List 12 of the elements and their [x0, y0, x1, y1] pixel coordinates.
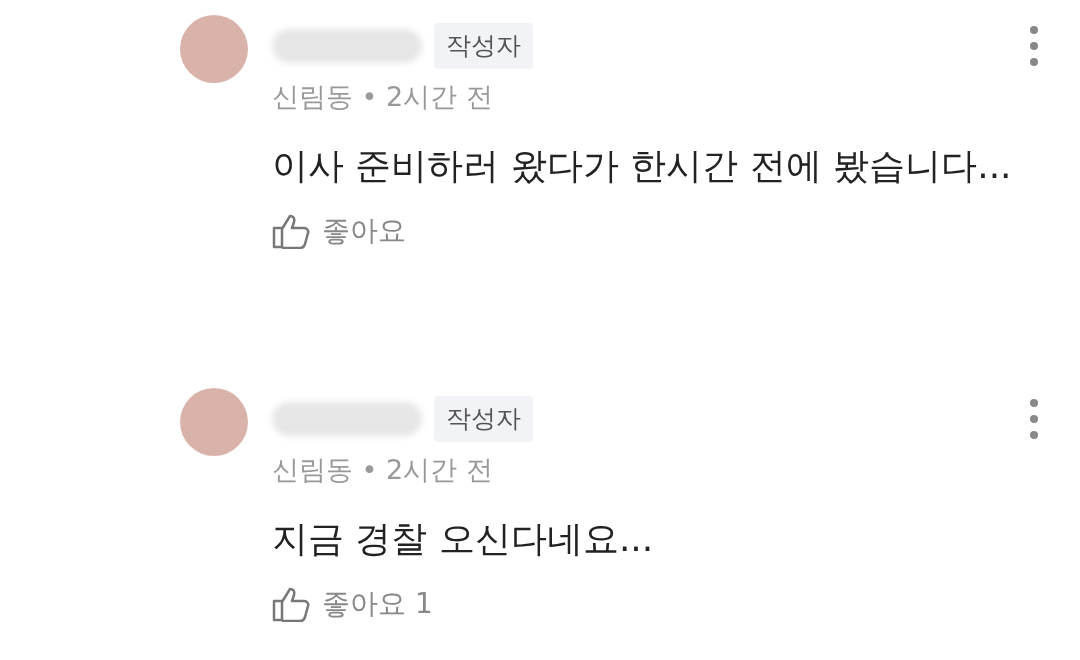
thumbs-up-icon	[272, 212, 310, 249]
author-badge: 작성자	[434, 23, 533, 69]
more-options-button[interactable]	[1028, 24, 1040, 68]
comment-text: 이사 준비하러 왔다가 한시간 전에 봤습니다...	[272, 143, 1013, 188]
comment-meta: 신림동 • 2시간 전	[272, 453, 494, 487]
comment-meta: 신림동 • 2시간 전	[272, 80, 494, 114]
like-button[interactable]: 좋아요 1	[272, 582, 433, 625]
like-button[interactable]: 좋아요	[272, 209, 406, 252]
more-options-button[interactable]	[1028, 397, 1040, 441]
comment-text: 지금 경찰 오신다네요...	[272, 516, 655, 561]
author-badge: 작성자	[434, 396, 533, 442]
thumbs-up-icon	[272, 585, 310, 622]
